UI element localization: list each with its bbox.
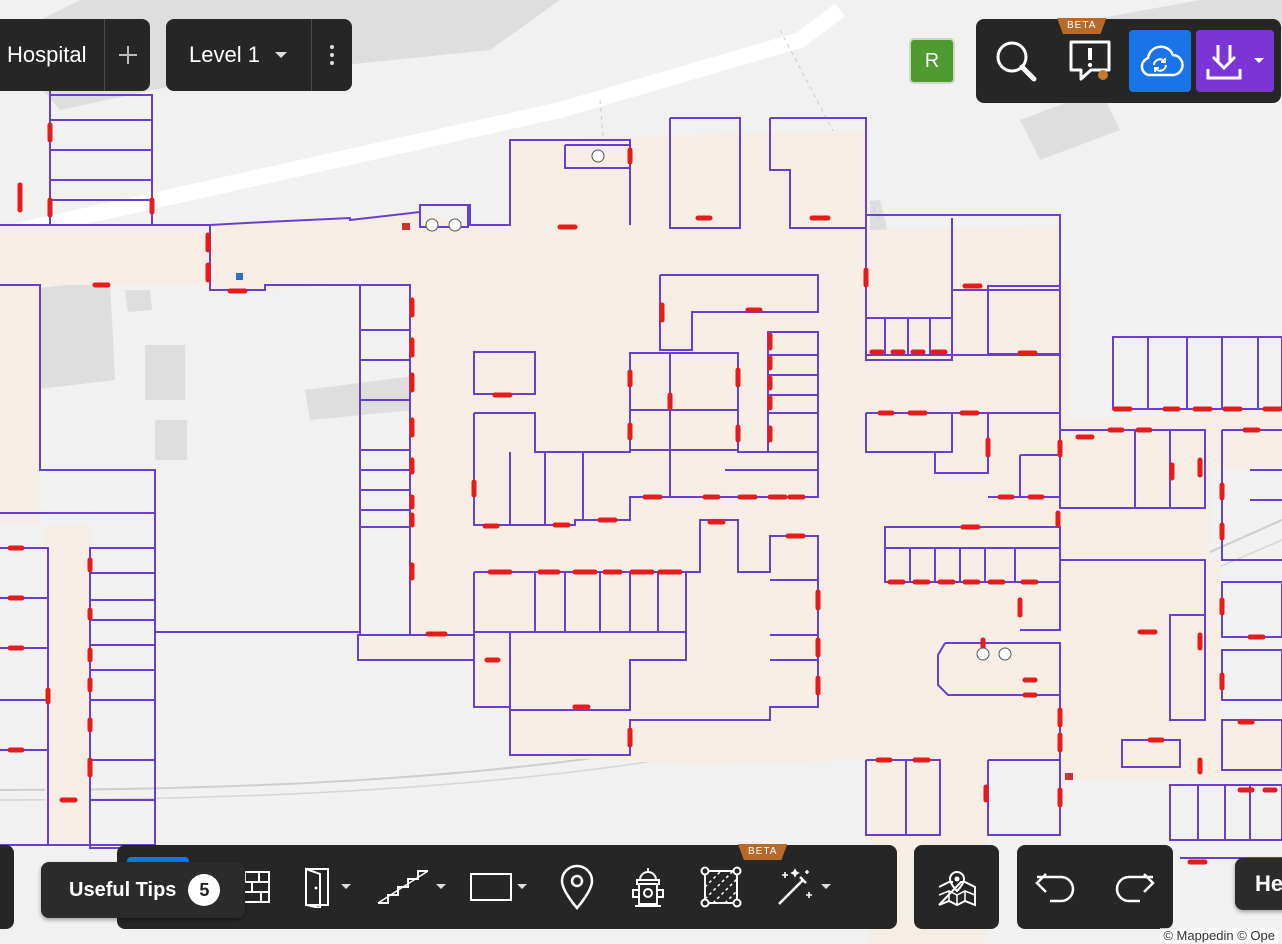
history-panel (1017, 845, 1173, 929)
beta-badge-issues: BETA (1057, 18, 1107, 34)
useful-tips-label: Useful Tips (69, 878, 177, 901)
avatar-initial: R (924, 49, 940, 72)
add-venue-button[interactable] (105, 19, 150, 91)
hydrant-icon (632, 868, 664, 907)
venue-selector: Hospital (0, 19, 150, 91)
floor-map-icon (937, 871, 976, 907)
level-label: Level 1 (189, 42, 260, 67)
venue-name[interactable]: Hospital (7, 42, 104, 68)
app-window: Hospital Level 1 R BETA BETA Useful Tips… (0, 0, 1282, 944)
useful-tips-button[interactable]: Useful Tips 5 (41, 862, 245, 918)
bottom-left-panel (0, 845, 14, 929)
door-icon (304, 867, 329, 908)
search-icon (996, 41, 1037, 82)
download-icon (1206, 45, 1242, 80)
help-label: He (1255, 871, 1282, 896)
location-tool-button[interactable] (541, 845, 613, 929)
redo-button[interactable] (1095, 845, 1173, 929)
undo-icon (1035, 873, 1075, 903)
chevron-down-icon (435, 884, 446, 889)
alert-icon (1069, 40, 1111, 81)
level-selector: Level 1 (166, 19, 352, 91)
cloud-sync-icon (1140, 45, 1184, 77)
more-vertical-icon (330, 45, 334, 65)
chevron-down-icon (274, 52, 287, 58)
chevron-down-icon (1254, 58, 1264, 63)
location-pin-icon (560, 864, 594, 910)
floor-plan-map[interactable] (0, 0, 1282, 944)
download-button[interactable] (1196, 30, 1274, 92)
chevron-down-icon (820, 884, 831, 889)
magic-wand-icon (777, 868, 812, 905)
map-attribution: © Mappedin © Ope (1160, 928, 1278, 943)
hydrant-tool-button[interactable] (613, 845, 683, 929)
level-dropdown[interactable]: Level 1 (166, 19, 311, 91)
stairs-tool-button[interactable] (367, 845, 455, 929)
sync-button[interactable] (1129, 30, 1191, 92)
tips-count-badge: 5 (188, 874, 221, 906)
chevron-down-icon (516, 884, 527, 889)
plus-icon (118, 46, 137, 64)
redo-icon (1115, 873, 1155, 903)
undo-button[interactable] (1017, 845, 1095, 929)
door-tool-button[interactable] (287, 845, 367, 929)
stairs-icon (377, 870, 428, 904)
rectangle-icon (469, 873, 512, 901)
level-more-button[interactable] (312, 19, 352, 91)
area-select-icon (700, 866, 742, 908)
top-right-toolbar (976, 19, 1281, 103)
search-button[interactable] (976, 19, 1056, 103)
rectangle-tool-button[interactable] (455, 845, 541, 929)
map-view-panel (914, 845, 999, 929)
beta-badge-area: BETA (738, 844, 788, 860)
help-button[interactable]: He (1235, 858, 1282, 910)
avatar[interactable]: R (909, 38, 955, 84)
map-view-button[interactable] (914, 845, 999, 929)
chevron-down-icon (340, 884, 351, 889)
